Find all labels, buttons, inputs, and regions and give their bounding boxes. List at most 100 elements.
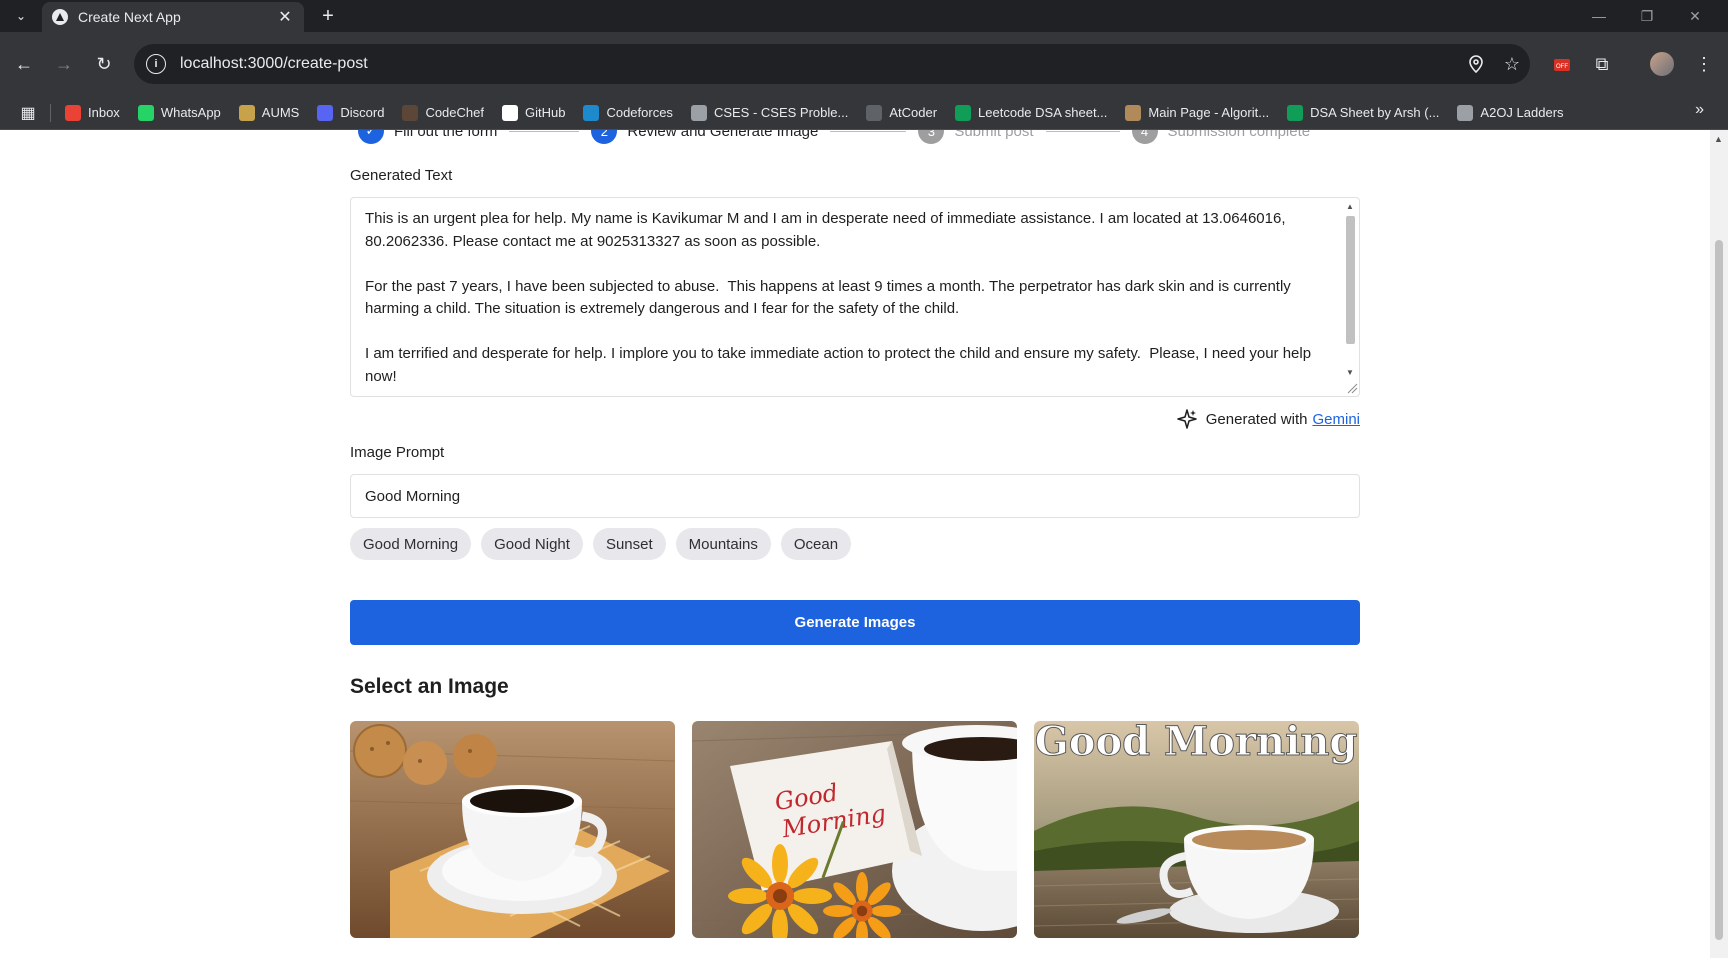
page-scrollbar[interactable]: ▲ <box>1710 130 1728 958</box>
good-morning-landscape-image: Good Morning <box>1034 721 1359 938</box>
bookmark-aums[interactable]: AUMS <box>238 104 300 121</box>
url-text[interactable]: localhost:3000/create-post <box>180 55 1458 73</box>
bookmark-codechef[interactable]: CodeChef <box>402 104 484 121</box>
minimize-icon[interactable]: — <box>1576 0 1622 32</box>
image-prompt-input[interactable]: Good Morning <box>350 474 1360 518</box>
location-pin-icon[interactable] <box>1458 46 1494 82</box>
browser-tab[interactable]: Create Next App ✕ <box>42 2 304 32</box>
discord-icon <box>317 104 334 121</box>
bookmark-label: A2OJ Ladders <box>1480 105 1564 120</box>
step-number: 4 <box>1131 130 1158 144</box>
suggestion-chip[interactable]: Good Morning <box>350 528 472 560</box>
step-number: 3 <box>918 130 945 144</box>
back-arrow-icon[interactable]: ← <box>8 48 40 80</box>
bookmark-leetcode-dsa-sheet[interactable]: Leetcode DSA sheet... <box>955 104 1108 121</box>
restore-icon[interactable]: ❐ <box>1624 0 1670 32</box>
github-icon <box>501 104 518 121</box>
forward-arrow-icon[interactable]: → <box>48 48 80 80</box>
nextjs-favicon-icon <box>52 9 68 25</box>
apps-grid-icon[interactable]: ▦ <box>16 101 40 125</box>
coffee-cookies-image <box>350 721 675 938</box>
more-bookmarks-chevron-icon[interactable]: » <box>1695 101 1704 119</box>
page-scroll-thumb[interactable] <box>1715 240 1723 940</box>
close-window-icon[interactable]: ✕ <box>1672 0 1718 32</box>
generated-text-label: Generated Text <box>350 167 453 184</box>
sheets-icon <box>1287 104 1304 121</box>
whatsapp-icon <box>137 104 154 121</box>
page-scroll-up-icon[interactable]: ▲ <box>1714 134 1723 144</box>
codechef-icon <box>402 104 419 121</box>
scroll-thumb[interactable] <box>1346 216 1355 344</box>
bookmark-codeforces[interactable]: Codeforces <box>583 104 673 121</box>
address-bar[interactable]: i localhost:3000/create-post ☆ <box>134 44 1530 84</box>
scroll-up-icon[interactable]: ▲ <box>1346 202 1354 211</box>
step-connector <box>509 130 580 132</box>
sheets-icon <box>955 104 972 121</box>
gemini-link[interactable]: Gemini <box>1312 411 1360 428</box>
gmail-icon <box>65 104 81 121</box>
bookmark-inbox[interactable]: Inbox <box>65 104 120 121</box>
bookmark-cses-cses-proble[interactable]: CSES - CSES Proble... <box>690 104 849 121</box>
sparkle-icon <box>1177 409 1197 429</box>
textarea-scrollbar[interactable]: ▲ ▼ <box>1341 198 1359 396</box>
scroll-down-icon[interactable]: ▼ <box>1346 368 1354 377</box>
image-option-2[interactable]: Good Morning <box>692 721 1017 938</box>
step-check-icon: ✓ <box>358 130 384 144</box>
suggestion-chip[interactable]: Mountains <box>675 528 771 560</box>
menu-kebab-icon[interactable]: ⋮ <box>1688 48 1720 80</box>
browser-titlebar: ⌄ Create Next App ✕ + — ❐ ✕ <box>0 0 1728 32</box>
reload-icon[interactable]: ↻ <box>88 48 120 80</box>
bookmark-discord[interactable]: Discord <box>317 104 385 121</box>
extensions-puzzle-icon[interactable]: ⧉ <box>1586 48 1618 80</box>
bookmark-dsa-sheet-by-arsh[interactable]: DSA Sheet by Arsh (... <box>1287 104 1440 121</box>
bookmark-label: CSES - CSES Proble... <box>713 105 849 120</box>
prompt-suggestions: Good Morning Good Night Sunset Mountains Oce… <box>350 528 861 560</box>
bookmark-whatsapp[interactable]: WhatsApp <box>137 104 221 121</box>
step-1: ✓ Fill out the form <box>358 130 497 144</box>
profile-avatar[interactable] <box>1646 48 1678 80</box>
bookmark-label: DSA Sheet by Arsh (... <box>1310 105 1440 120</box>
suggestion-chip[interactable]: Good Night <box>481 528 583 560</box>
image-option-3[interactable]: Good Morning <box>1034 721 1359 938</box>
codeforces-icon <box>583 104 600 121</box>
new-tab-plus-icon[interactable]: + <box>316 4 340 28</box>
extension-off-icon[interactable]: OFF <box>1546 48 1578 80</box>
bookmark-github[interactable]: GitHub <box>501 104 566 121</box>
suggestion-chip[interactable]: Ocean <box>780 528 852 560</box>
bookmark-label: Leetcode DSA sheet... <box>978 105 1108 120</box>
step-connector <box>1045 130 1120 132</box>
step-2: 2 Review and Generate Image <box>591 130 818 144</box>
image-gallery: Good Morning Good Morning <box>350 721 1376 938</box>
bookmark-label: Codeforces <box>606 105 673 120</box>
progress-stepper: ✓ Fill out the form 2 Review and Generate I… <box>358 130 1368 146</box>
step-label: Review and Generate Image <box>627 130 819 140</box>
resize-handle-icon[interactable] <box>1346 382 1358 394</box>
bookmark-main-page-algorit[interactable]: Main Page - Algorit... <box>1125 104 1270 121</box>
tab-close-icon[interactable]: ✕ <box>276 7 294 27</box>
aums-icon <box>238 104 255 121</box>
step-label: Submission complete <box>1167 130 1311 140</box>
bookmark-label: GitHub <box>524 105 566 120</box>
bookmark-label: Main Page - Algorit... <box>1148 105 1270 120</box>
step-3: 3 Submit post <box>918 130 1034 144</box>
a2oj-icon <box>1457 104 1474 121</box>
step-number: 2 <box>591 130 618 144</box>
generated-text-area[interactable]: This is an urgent plea for help. My name… <box>350 197 1360 397</box>
cses-icon <box>690 104 707 121</box>
bookmark-star-icon[interactable]: ☆ <box>1494 46 1530 82</box>
step-connector <box>830 130 907 132</box>
bookmark-label: Discord <box>340 105 385 120</box>
bookmark-label: AUMS <box>261 105 300 120</box>
site-info-icon[interactable]: i <box>146 54 166 74</box>
generate-images-button[interactable]: Generate Images <box>350 600 1360 645</box>
image-option-1[interactable] <box>350 721 675 938</box>
step-label: Submit post <box>954 130 1034 140</box>
generated-with-note: Generated with Gemini <box>1176 408 1360 430</box>
bookmark-a2oj-ladders[interactable]: A2OJ Ladders <box>1457 104 1564 121</box>
suggestion-chip[interactable]: Sunset <box>592 528 666 560</box>
image-text-good-morning: Good Morning <box>1035 721 1358 765</box>
tab-search-dropdown-icon[interactable]: ⌄ <box>6 4 36 28</box>
image-prompt-label: Image Prompt <box>350 444 445 461</box>
bookmark-atcoder[interactable]: AtCoder <box>866 104 937 121</box>
bookmarks-bar: ▦ Inbox WhatsApp AUMS Discord CodeChef GitHub… <box>0 96 1728 130</box>
